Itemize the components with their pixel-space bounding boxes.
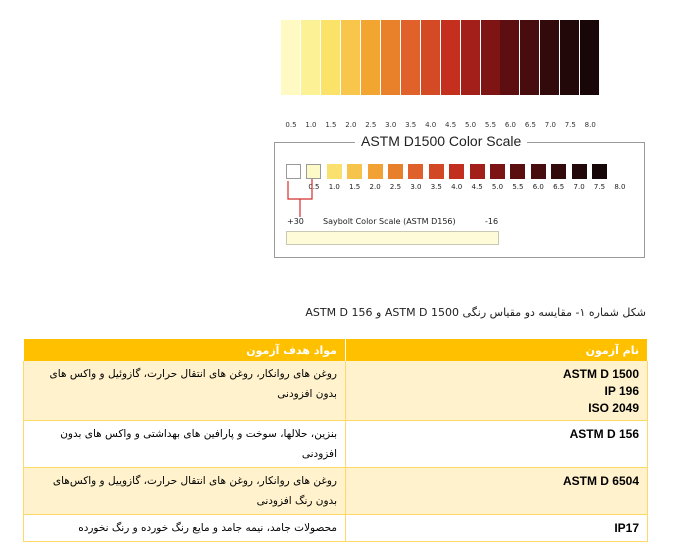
- header-target-materials: مواد هدف آزمون: [23, 339, 346, 361]
- astm-swatch: [367, 164, 383, 179]
- test-name: ASTM D 156: [569, 427, 639, 441]
- figure-caption: شکل شماره ۱- مقایسه دو مقیاس رنگی ASTM D…: [305, 306, 646, 319]
- astm-swatch: [326, 164, 342, 179]
- test-methods-table: نام آزمون مواد هدف آزمون ASTM D 1500 IP 1…: [23, 339, 648, 542]
- color-strip-swatch: [400, 20, 420, 95]
- test-name: IP 196: [604, 384, 639, 398]
- saybolt-color-bar: [286, 231, 499, 245]
- color-strip-swatch: [480, 20, 500, 95]
- astm-scale-label: 7.5: [593, 183, 606, 191]
- color-strip-swatch: [520, 20, 540, 95]
- astm-swatch: [530, 164, 546, 179]
- astm-scale-label: 6.5: [553, 183, 565, 191]
- header-test-name: نام آزمون: [345, 339, 648, 361]
- astm-scale-label: 3.0: [410, 183, 422, 191]
- astm-scale-label: 1.0: [328, 183, 340, 191]
- astm-swatch: [571, 164, 587, 179]
- astm-scale-label: 5.0: [491, 183, 504, 191]
- astm-swatch: [408, 164, 424, 179]
- astm-scale-label: 2.0: [369, 183, 381, 191]
- color-strip-swatch: [460, 20, 480, 95]
- table-header-row: نام آزمون مواد هدف آزمون: [23, 339, 648, 361]
- color-strip-swatch: [281, 20, 300, 95]
- astm-scale-label: 2.5: [389, 183, 402, 191]
- color-strip-swatch: [360, 20, 380, 95]
- astm-swatch: [449, 164, 465, 179]
- color-strip-swatch: [300, 20, 320, 95]
- target-materials-cell: محصولات جامد، نیمه جامد و مایع رنگ خورده…: [23, 514, 346, 542]
- color-strip-swatch: [580, 20, 600, 95]
- target-materials-cell: روغن های روانکار، روغن های انتقال حرارت،…: [23, 467, 346, 515]
- color-strip-swatch: [320, 20, 340, 95]
- test-name-cell: ASTM D 6504: [345, 467, 648, 515]
- color-strip-swatch: [420, 20, 440, 95]
- astm-scale-label: 8.0: [614, 183, 626, 191]
- astm-d1500-scale-box: ASTM D1500 Color Scale 0.5 1.0 1.5 2.0 2.5 3.…: [274, 133, 645, 258]
- saybolt-min-label: -16: [485, 217, 499, 226]
- color-strip-swatch: [440, 20, 460, 95]
- saybolt-scale-label: Saybolt Color Scale (ASTM D156): [323, 217, 456, 226]
- target-materials-cell: روغن های روانکار، روغن های انتقال حرارت،…: [23, 361, 346, 421]
- test-name: ASTM D 1500: [562, 367, 639, 381]
- color-strip-swatch: [540, 20, 560, 95]
- astm-scale-label: 3.5: [430, 183, 442, 191]
- color-strip-swatch: [340, 20, 360, 95]
- astm-scale-label: 7.0: [573, 183, 585, 191]
- astm-swatch: [592, 164, 607, 179]
- astm-swatch: [510, 164, 526, 179]
- table-row: ASTM D 156 بنزین، حلالها، سوخت و پارافین …: [23, 420, 648, 468]
- table-row: ASTM D 6504 روغن های روانکار، روغن های ان…: [23, 467, 648, 515]
- test-name-cell: ASTM D 156: [345, 420, 648, 468]
- astm-swatch: [469, 164, 485, 179]
- astm-swatch: [551, 164, 567, 179]
- astm-scale-label: 5.5: [512, 183, 524, 191]
- astm-swatch: [347, 164, 363, 179]
- test-name-cell: ASTM D 1500 IP 196 ISO 2049: [345, 361, 648, 421]
- color-strip-swatch: [500, 20, 520, 95]
- color-strip-swatch: [380, 20, 400, 95]
- color-strip-label: 8.0: [584, 121, 596, 129]
- table-row: ASTM D 1500 IP 196 ISO 2049 روغن های روانکا…: [23, 361, 648, 421]
- astm-swatch: [388, 164, 403, 179]
- astm-scale-label: 1.5: [349, 183, 361, 191]
- astm-scale-label: 6.0: [532, 183, 544, 191]
- saybolt-max-label: +30: [287, 217, 304, 226]
- test-name: IP17: [614, 521, 639, 535]
- astm-scale-label: 4.0: [451, 183, 463, 191]
- target-materials-cell: بنزین، حلالها، سوخت و پارافین های بهداشت…: [23, 420, 346, 468]
- test-name-cell: IP17: [345, 514, 648, 542]
- astm-scale-label: 4.5: [471, 183, 483, 191]
- astm-swatch: [428, 164, 444, 179]
- astm-swatch: [490, 164, 505, 179]
- color-strip-swatch: [560, 20, 580, 95]
- table-row: IP17 محصولات جامد، نیمه جامد و مایع رنگ خ…: [23, 514, 648, 542]
- test-name: ISO 2049: [588, 401, 639, 415]
- scale-title: ASTM D1500 Color Scale: [355, 133, 528, 149]
- saybolt-bracket-icon: [287, 179, 313, 217]
- test-name: ASTM D 6504: [562, 474, 639, 488]
